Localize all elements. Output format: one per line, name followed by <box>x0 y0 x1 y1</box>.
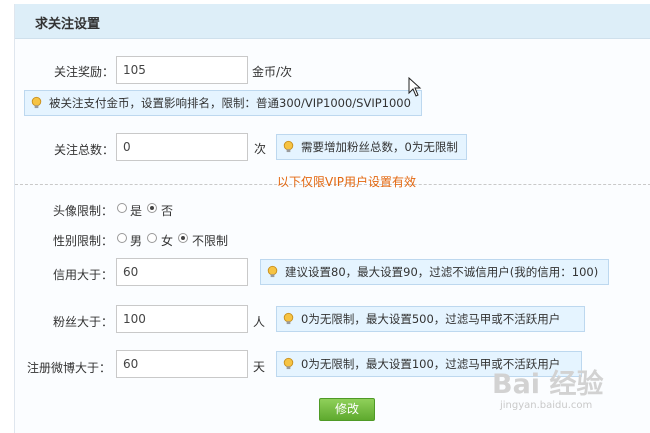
fans-input[interactable] <box>116 305 248 333</box>
lightbulb-icon <box>283 312 294 325</box>
fans-tip-text: 0为无限制，最大设置500，过滤马甲或不活跃用户 <box>301 312 561 326</box>
weibo-input[interactable] <box>116 350 248 378</box>
gender-option-female: 女 <box>161 234 174 248</box>
reward-unit: 金币/次 <box>252 65 293 79</box>
panel-title: 求关注设置 <box>35 17 101 32</box>
gender-option-male: 男 <box>130 234 143 248</box>
watermark-url: jingyan.baidu.com <box>500 400 593 411</box>
credit-label: 信用大于： <box>53 268 114 282</box>
avatar-option-no: 否 <box>161 204 174 218</box>
credit-tip: 建议设置80，最大设置90，过滤不诚信用户(我的信用：100) <box>260 259 609 285</box>
fans-unit: 人 <box>253 315 266 329</box>
total-label: 关注总数： <box>54 143 115 157</box>
mouse-cursor-icon <box>408 77 422 97</box>
avatar-radio-yes[interactable] <box>117 203 127 213</box>
avatar-radio-no[interactable] <box>147 203 157 213</box>
baidu-watermark: Bai 经验 jingyan.baidu.com <box>492 362 642 418</box>
credit-input[interactable] <box>116 258 248 286</box>
total-tip-text: 需要增加粉丝总数，0为无限制 <box>301 140 458 154</box>
total-tip: 需要增加粉丝总数，0为无限制 <box>276 134 467 160</box>
watermark-logo: Bai 经验 <box>492 369 604 400</box>
total-input[interactable] <box>116 133 248 161</box>
fans-label: 粉丝大于： <box>53 315 114 329</box>
reward-tip-text: 被关注支付金币，设置影响排名，限制：普通300/VIP1000/SVIP1000 <box>49 96 411 110</box>
lightbulb-icon <box>31 96 42 109</box>
reward-input[interactable] <box>116 56 248 84</box>
total-unit: 次 <box>254 142 267 156</box>
lightbulb-icon <box>267 265 278 278</box>
avatar-option-yes: 是 <box>130 204 143 218</box>
gender-radio-female[interactable] <box>147 233 157 243</box>
gender-radio-any[interactable] <box>178 233 188 243</box>
reward-tip: 被关注支付金币，设置影响排名，限制：普通300/VIP1000/SVIP1000 <box>24 90 422 116</box>
vip-note: 以下仅限VIP用户设置有效 <box>277 175 416 189</box>
credit-tip-text: 建议设置80，最大设置90，过滤不诚信用户(我的信用：100) <box>285 265 599 279</box>
gender-radio-male[interactable] <box>117 233 127 243</box>
avatar-label: 头像限制： <box>53 204 114 218</box>
lightbulb-icon <box>283 140 294 153</box>
lightbulb-icon <box>283 357 294 370</box>
reward-label: 关注奖励： <box>54 65 115 79</box>
fans-tip: 0为无限制，最大设置500，过滤马甲或不活跃用户 <box>276 306 585 332</box>
submit-button[interactable]: 修改 <box>319 398 375 421</box>
panel-header: 求关注设置 <box>15 4 650 39</box>
weibo-unit: 天 <box>253 360 266 374</box>
gender-label: 性别限制： <box>53 234 114 248</box>
weibo-label: 注册微博大于： <box>27 361 112 375</box>
gender-option-any: 不限制 <box>192 234 229 248</box>
